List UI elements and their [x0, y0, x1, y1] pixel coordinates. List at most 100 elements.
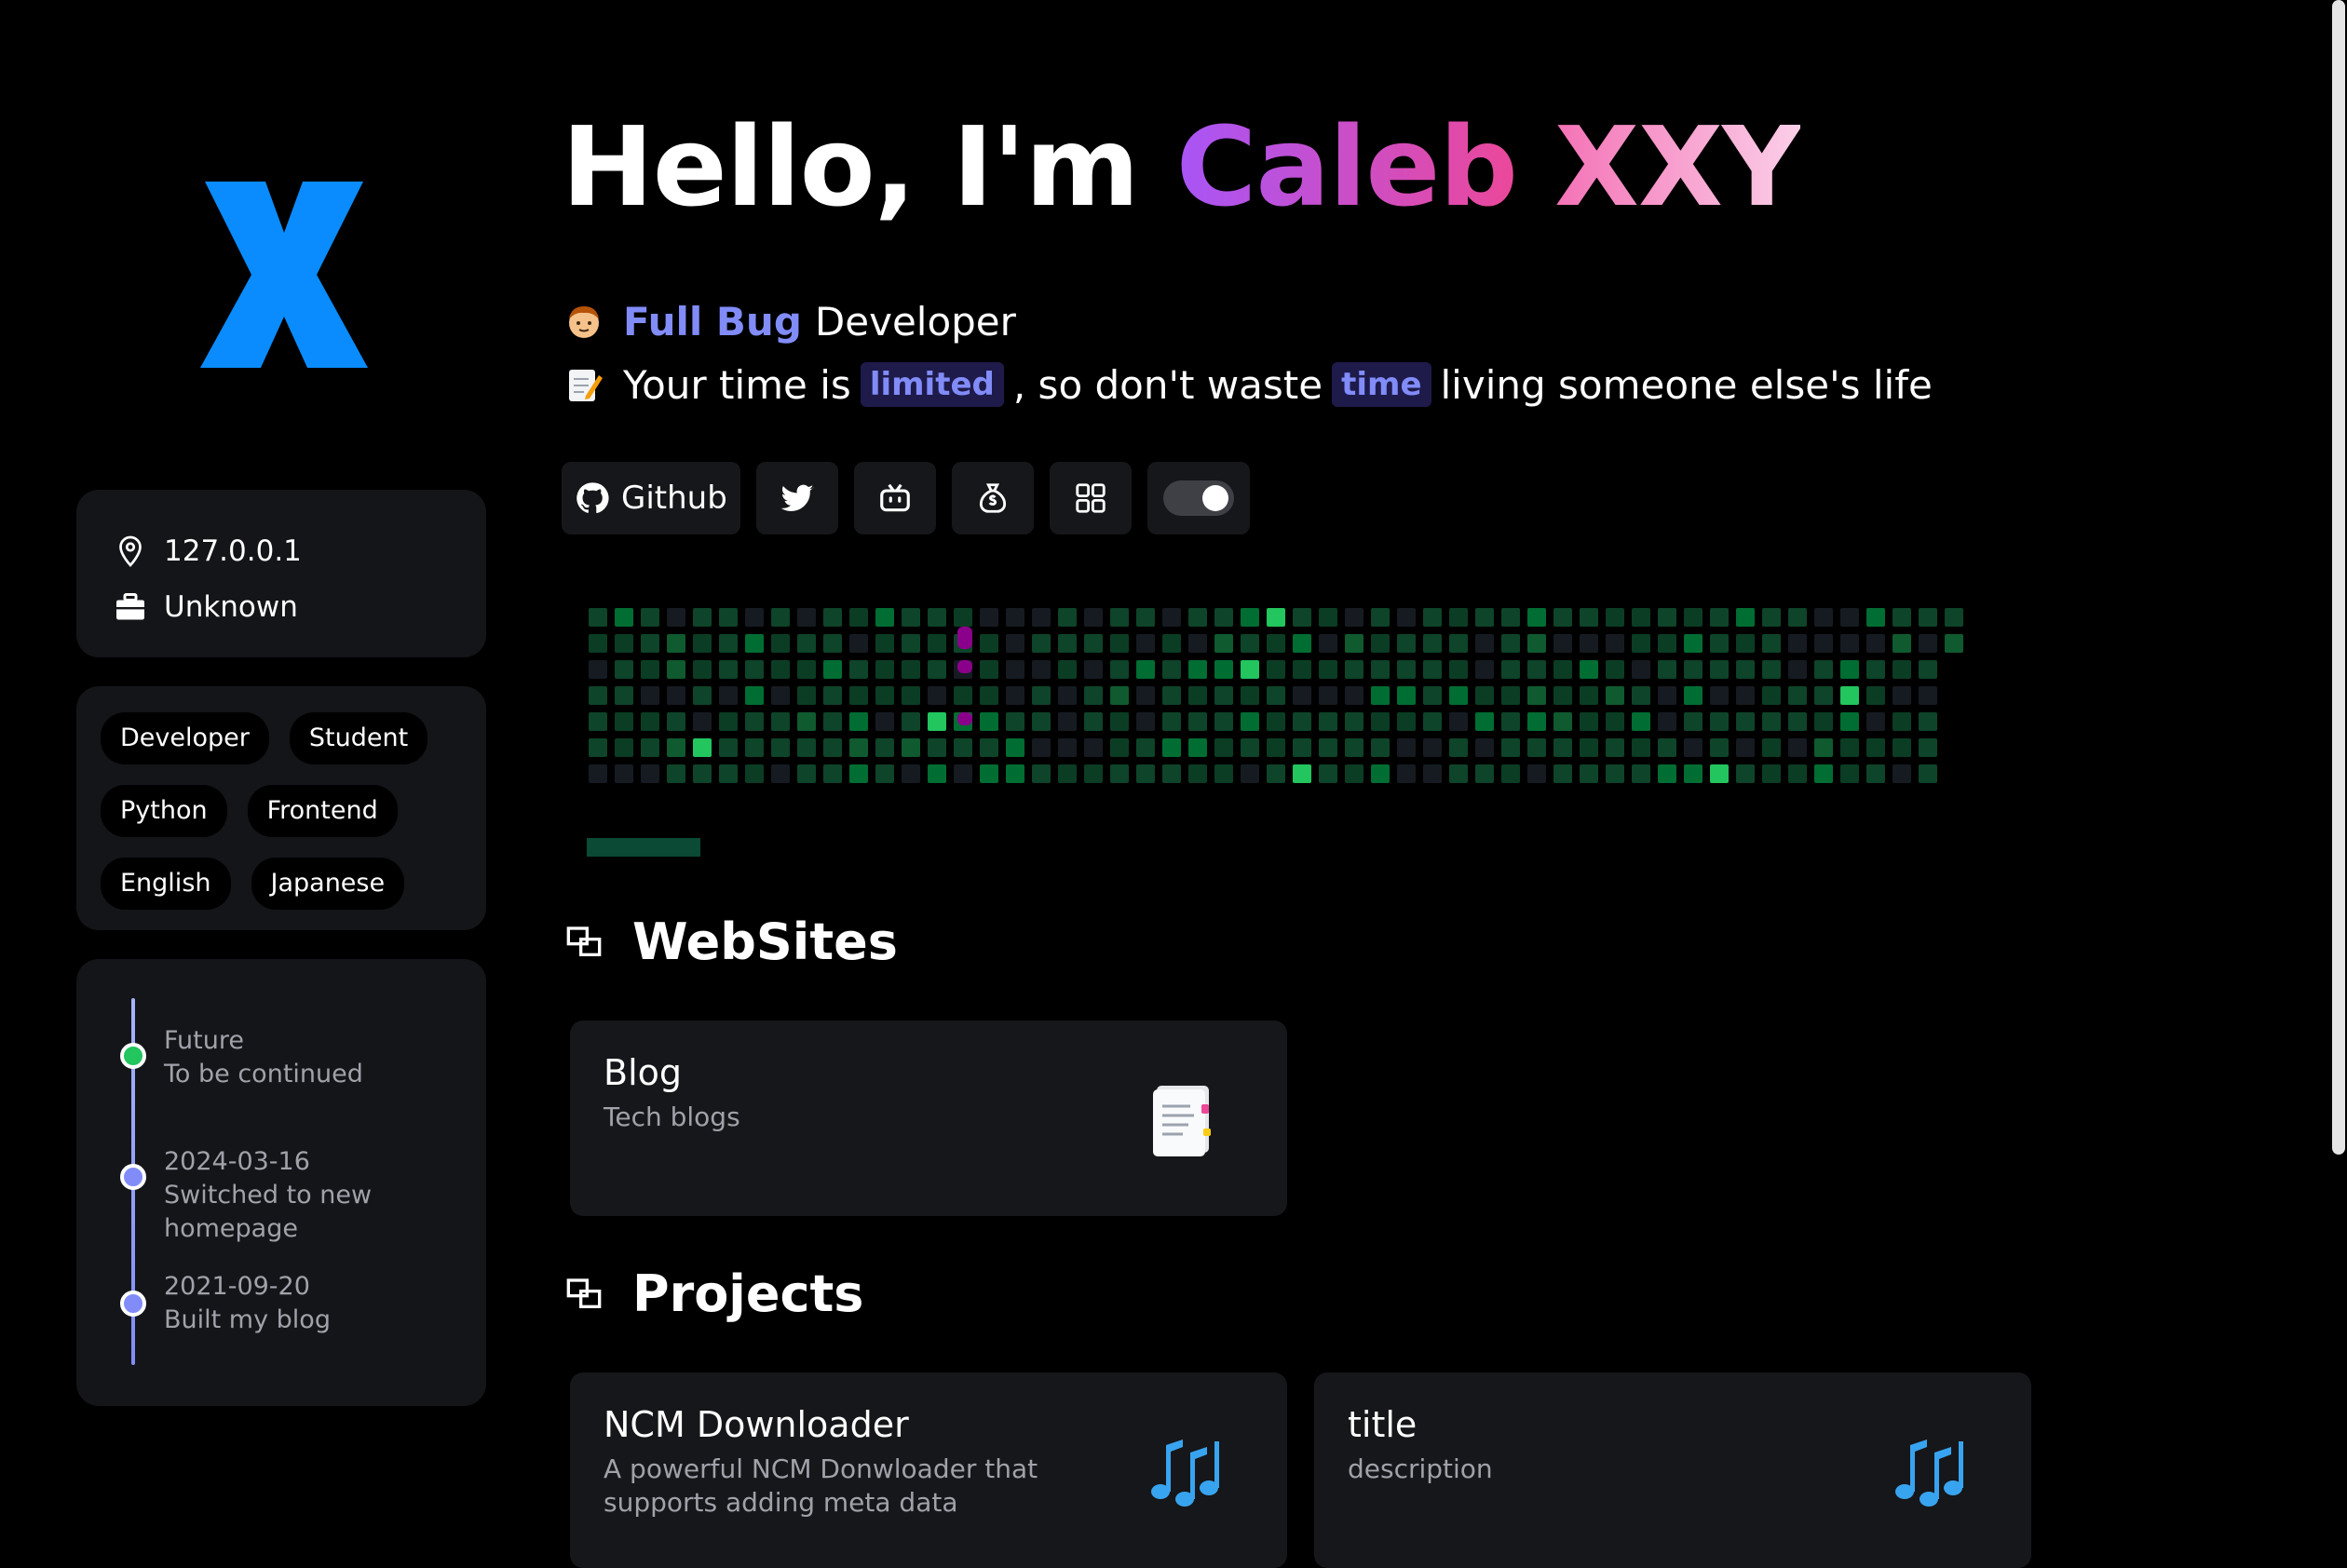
heatmap-cell: [1710, 660, 1729, 679]
heatmap-cell: [1580, 738, 1598, 757]
heatmap-cell: [1632, 660, 1650, 679]
heatmap-cell: [1527, 712, 1546, 731]
heatmap-cell: [1840, 634, 1859, 653]
heatmap-cell: [1684, 686, 1703, 705]
heatmap-cell: [615, 764, 633, 783]
heatmap-cell: [1658, 608, 1676, 627]
heatmap-cell: [1762, 712, 1781, 731]
heatmap-cell: [849, 738, 868, 757]
website-card-blog[interactable]: Blog Tech blogs: [570, 1021, 1287, 1216]
heatmap-cell: [1345, 738, 1363, 757]
heatmap-cell: [719, 634, 738, 653]
heatmap-cell: [615, 608, 633, 627]
quote-text: living someone else's life: [1440, 361, 1933, 408]
heatmap-cell: [1319, 738, 1337, 757]
heatmap-cell: [1423, 608, 1442, 627]
heatmap-cell: [1136, 634, 1155, 653]
heatmap-cell: [1919, 712, 1937, 731]
heatmap-cell: [1893, 686, 1911, 705]
page-scrollbar[interactable]: [2332, 0, 2345, 1155]
heatmap-cell: [1658, 660, 1676, 679]
bilibili-button[interactable]: [853, 462, 936, 534]
heatmap-cell: [1241, 660, 1259, 679]
heatmap-cell: [928, 738, 946, 757]
heatmap-cell: [589, 764, 607, 783]
quote-text: , so don't waste: [1012, 361, 1323, 408]
heatmap-cell: [1945, 634, 1963, 653]
heatmap-cell: [1058, 712, 1077, 731]
heatmap-cell: [745, 712, 764, 731]
heatmap-cell: [980, 634, 998, 653]
github-button[interactable]: Github: [562, 462, 740, 534]
heatmap-cell: [1632, 634, 1650, 653]
twitter-button[interactable]: [755, 462, 838, 534]
heatmap-cell: [1632, 738, 1650, 757]
heatmap-cell: [1840, 738, 1859, 757]
heatmap-cell: [928, 686, 946, 705]
heatmap-cell: [1919, 634, 1937, 653]
heatmap-cell: [641, 660, 659, 679]
name-last: XXY: [1554, 102, 1801, 231]
heatmap-cell: [1475, 738, 1494, 757]
heatmap-cell: [1658, 764, 1676, 783]
heatmap-mark: [957, 712, 972, 725]
heatmap-cell: [1501, 634, 1520, 653]
project-card-ncm-downloader[interactable]: NCM Downloader A powerful NCM Donwloader…: [570, 1372, 1287, 1568]
heatmap-cell: [849, 634, 868, 653]
heatmap-cell: [1893, 634, 1911, 653]
heatmap-cell: [1814, 608, 1833, 627]
heatmap-cell: [771, 686, 790, 705]
heatmap-cell: [1214, 660, 1233, 679]
heatmap-cell: [1788, 608, 1807, 627]
heatmap-cell: [1371, 686, 1390, 705]
heatmap-cell: [980, 764, 998, 783]
heatmap-cell: [589, 660, 607, 679]
donate-button[interactable]: [951, 462, 1034, 534]
heatmap-cell: [1423, 634, 1442, 653]
heatmap-cell: [1762, 660, 1781, 679]
heatmap-cell: [1267, 608, 1285, 627]
toggle-switch[interactable]: [1162, 480, 1234, 516]
heatmap-cell: [1606, 738, 1624, 757]
heatmap-cell: [1267, 660, 1285, 679]
heatmap-cell: [1919, 608, 1937, 627]
heatmap-cell: [1449, 608, 1468, 627]
heatmap-cell: [1110, 764, 1129, 783]
heatmap-cell: [1762, 764, 1781, 783]
heatmap-cell: [797, 712, 816, 731]
heatmap-cell: [1162, 686, 1181, 705]
heatmap-cell: [1475, 660, 1494, 679]
heatmap-cell: [1084, 660, 1103, 679]
apps-button[interactable]: [1049, 462, 1132, 534]
heatmap-cell: [875, 712, 894, 731]
heatmap-cell: [823, 712, 842, 731]
heatmap-cell: [1553, 686, 1572, 705]
heatmap-cell: [1866, 608, 1885, 627]
heatmap-cell: [1475, 712, 1494, 731]
heatmap-cell: [1188, 764, 1207, 783]
heatmap-cell: [1606, 634, 1624, 653]
timeline-card: Future To be continued 2024-03-16 Switch…: [76, 959, 486, 1406]
heatmap-cell: [1162, 712, 1181, 731]
heatmap-cell: [1084, 764, 1103, 783]
project-card-2[interactable]: title description: [1314, 1372, 2031, 1568]
heatmap-cell: [1762, 686, 1781, 705]
heatmap-cell: [1345, 712, 1363, 731]
theme-toggle-button[interactable]: [1146, 462, 1250, 534]
developer-emoji-icon: [569, 306, 599, 338]
heatmap-cell: [1606, 608, 1624, 627]
heatmap-cell: [1736, 712, 1755, 731]
heatmap-cell: [1371, 764, 1390, 783]
heatmap-cell: [1241, 738, 1259, 757]
heatmap-cell: [1032, 738, 1051, 757]
heatmap-cell: [1032, 634, 1051, 653]
heatmap-cell: [1866, 712, 1885, 731]
heatmap-cell: [1319, 764, 1337, 783]
heatmap-cell: [1736, 686, 1755, 705]
avatar: [186, 158, 382, 391]
timeline-text: To be continued: [164, 1060, 363, 1088]
heatmap-cell: [1110, 686, 1129, 705]
heatmap-cell: [1866, 764, 1885, 783]
heatmap-cell: [693, 660, 712, 679]
heatmap-cell: [1006, 738, 1024, 757]
